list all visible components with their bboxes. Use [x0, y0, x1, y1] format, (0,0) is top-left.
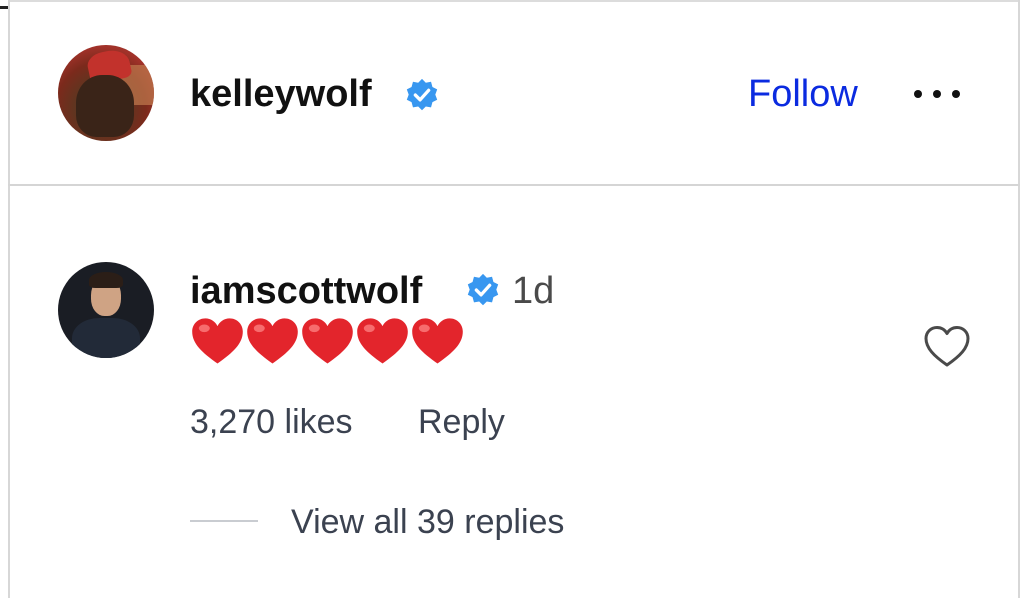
avatar-hair [89, 272, 123, 288]
comment-likes-count[interactable]: 3,270 likes [190, 400, 353, 444]
avatar-hair [76, 75, 134, 137]
replies-divider-line [190, 520, 258, 522]
red-heart-emoji [247, 318, 298, 364]
verified-badge-icon [406, 78, 438, 111]
kelleywolf-avatar[interactable] [58, 45, 154, 141]
post-author-username[interactable]: kelleywolf [190, 70, 372, 118]
red-heart-emoji [357, 318, 408, 364]
reply-button[interactable]: Reply [418, 400, 505, 444]
corner-mark [0, 6, 8, 9]
verified-badge-icon [467, 273, 499, 306]
avatar-body [72, 318, 140, 358]
post-header [10, 2, 1018, 184]
follow-button[interactable]: Follow [748, 70, 858, 118]
red-heart-emoji [412, 318, 463, 364]
instagram-comment-panel: kelleywolf Follow iamscottwolf 1d 3,270 … [0, 0, 1024, 598]
comment-author-username[interactable]: iamscottwolf [190, 267, 422, 315]
iamscottwolf-avatar[interactable] [58, 262, 154, 358]
more-horizontal-icon[interactable] [912, 84, 962, 104]
comment-text [190, 314, 465, 372]
comment-timestamp[interactable]: 1d [512, 267, 554, 315]
heart-outline-icon[interactable] [922, 323, 972, 371]
right-border [1018, 0, 1020, 598]
header-divider [8, 184, 1020, 186]
red-heart-emoji [192, 318, 243, 364]
red-heart-emoji [302, 318, 353, 364]
view-replies-button[interactable]: View all 39 replies [291, 500, 564, 544]
